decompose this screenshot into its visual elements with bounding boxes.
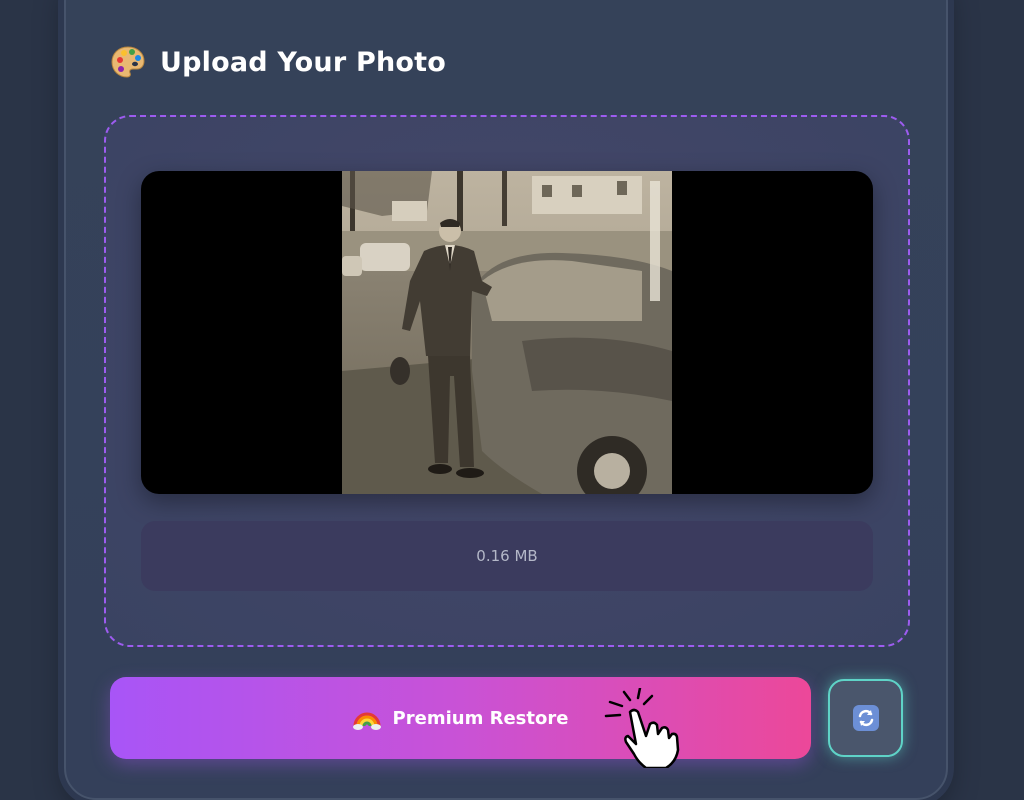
palette-icon [111,46,145,78]
rainbow-icon [352,712,381,730]
file-info-bar: 0.16 MB [141,521,873,591]
card-header: Upload Your Photo [110,42,446,82]
refresh-button[interactable] [828,679,903,757]
vintage-photo-image [342,171,672,494]
refresh-icon [852,705,879,731]
photo-preview [141,171,873,494]
page-title: Upload Your Photo [160,46,446,78]
premium-restore-button[interactable]: Premium Restore [110,677,811,759]
file-size-label: 0.16 MB [476,547,538,565]
restore-label: Premium Restore [392,707,569,729]
